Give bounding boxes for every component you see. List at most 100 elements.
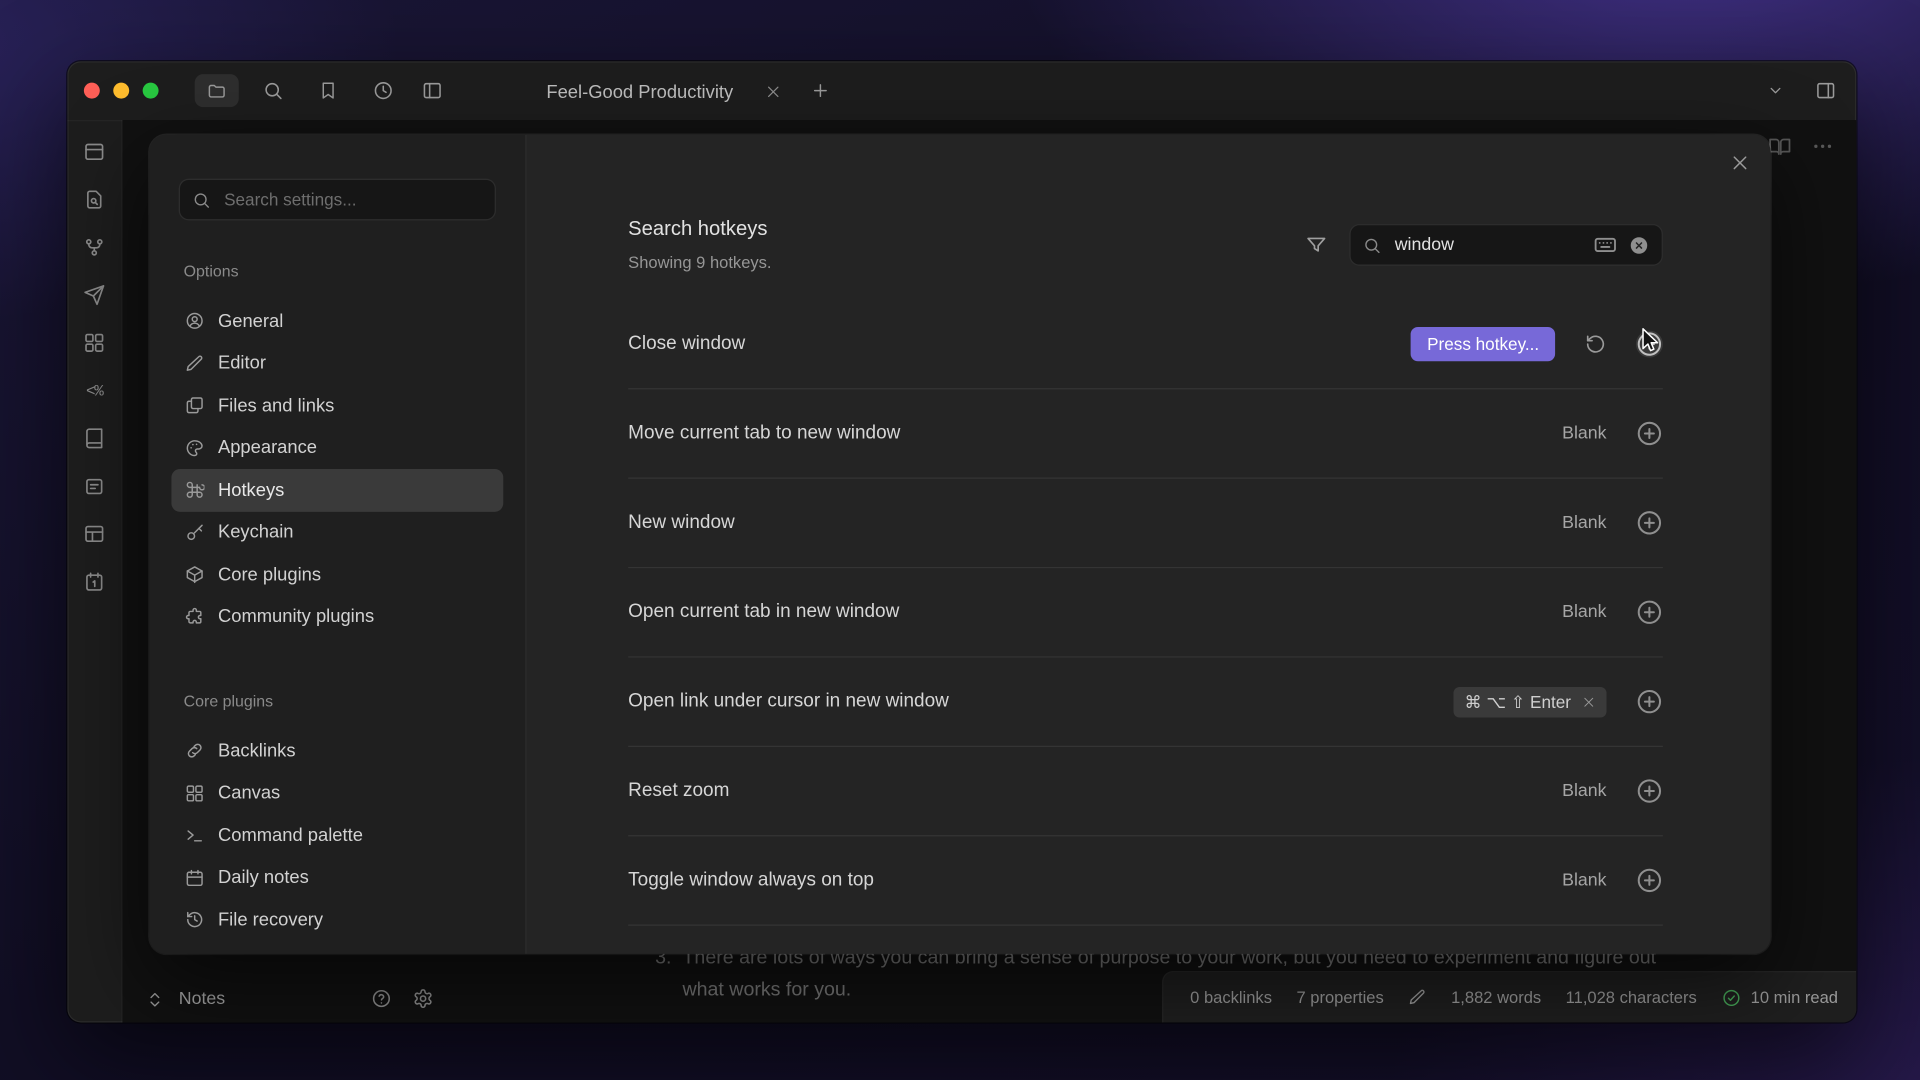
publish-icon[interactable]: [83, 284, 105, 306]
tab-close-icon[interactable]: [765, 84, 781, 100]
word-count: 1,882 words: [1451, 988, 1541, 1006]
pencil-icon: [184, 353, 205, 374]
settings-nav-hotkeys[interactable]: Hotkeys: [171, 469, 503, 511]
hotkey-label: Open link under cursor in new window: [628, 691, 949, 713]
nav-label: Command palette: [218, 825, 363, 846]
hotkey-blank-value: Blank: [1562, 871, 1606, 891]
palette-icon: [184, 437, 205, 458]
help-icon[interactable]: [371, 988, 392, 1009]
settings-nav-core-plugins[interactable]: Core plugins: [171, 553, 503, 595]
search-icon: [1363, 236, 1381, 254]
hotkey-blank-value: Blank: [1562, 781, 1606, 801]
link-icon: [184, 741, 205, 762]
hotkeys-panel: Search hotkeys Showing 9 hotkeys.: [527, 135, 1771, 954]
keyboard-icon[interactable]: [1593, 233, 1617, 257]
status-bar: 0 backlinks 7 properties 1,882 words 11,…: [1162, 971, 1856, 1022]
clear-search-icon[interactable]: [1629, 234, 1650, 255]
hotkeys-header-controls: [1305, 224, 1663, 266]
calendar-day-icon[interactable]: [83, 571, 105, 593]
hotkey-row-open-link-new-window: Open link under cursor in new window ⌘ ⌥…: [628, 658, 1663, 747]
settings-nav-appearance[interactable]: Appearance: [171, 427, 503, 469]
settings-nav-daily-notes[interactable]: Daily notes: [171, 857, 503, 899]
command-icon: [184, 480, 205, 501]
open-tab-switcher-icon[interactable]: [83, 141, 105, 163]
nav-label: General: [218, 311, 283, 332]
templates-icon[interactable]: <%: [86, 380, 103, 402]
graph-view-icon[interactable]: [83, 236, 105, 258]
bookmarks-button[interactable]: [318, 81, 338, 101]
toggle-right-sidebar-button[interactable]: [1815, 80, 1836, 101]
settings-nav-keychain[interactable]: Keychain: [171, 511, 503, 553]
hotkey-controls: Blank: [1562, 778, 1663, 805]
toggle-left-sidebar-button[interactable]: [422, 80, 443, 101]
restore-default-icon[interactable]: [1584, 333, 1606, 355]
nav-label: File recovery: [218, 909, 323, 930]
read-time-group: 10 min read: [1721, 988, 1838, 1008]
quick-switcher-button[interactable]: [263, 80, 284, 101]
sidebar-footer: Notes: [146, 989, 225, 1009]
bookmark-icon: [318, 81, 338, 101]
add-hotkey-icon[interactable]: [1636, 867, 1663, 894]
settings-nav-editor[interactable]: Editor: [171, 342, 503, 384]
plus-icon: [811, 81, 831, 101]
settings-nav-general[interactable]: General: [171, 300, 503, 342]
edit-mode-icon[interactable]: [1408, 988, 1426, 1006]
hotkey-label: Open current tab in new window: [628, 601, 899, 623]
hotkey-blank-value: Blank: [1562, 602, 1606, 622]
table-icon[interactable]: [83, 523, 105, 545]
add-hotkey-icon[interactable]: [1636, 778, 1663, 805]
files-icon: [184, 395, 205, 416]
settings-nav-canvas[interactable]: Canvas: [171, 772, 503, 814]
zoom-window-button[interactable]: [143, 83, 159, 99]
settings-nav-community-plugins[interactable]: Community plugins: [171, 596, 503, 638]
hotkey-row-toggle-always-on-top: Toggle window always on top Blank: [628, 836, 1663, 925]
tab-feel-good-productivity[interactable]: Feel-Good Productivity: [484, 69, 796, 116]
settings-modal: Options General Editor Files and links A…: [149, 135, 1770, 954]
settings-nav-command-palette[interactable]: Command palette: [171, 814, 503, 856]
hotkey-label: Toggle window always on top: [628, 869, 874, 891]
backlinks-count: 0 backlinks: [1190, 988, 1272, 1006]
book-icon[interactable]: [83, 427, 105, 449]
press-hotkey-button[interactable]: Press hotkey...: [1411, 327, 1555, 361]
minimize-window-button[interactable]: [113, 83, 129, 99]
new-tab-button[interactable]: [811, 81, 831, 101]
settings-nav-files-and-links[interactable]: Files and links: [171, 384, 503, 426]
hotkey-row-close-window: Close window Press hotkey...: [628, 300, 1663, 389]
chevrons-up-down-icon[interactable]: [146, 990, 164, 1008]
nav-label: Core plugins: [218, 564, 321, 585]
hotkey-controls: Blank: [1562, 509, 1663, 536]
nav-label: Keychain: [218, 522, 294, 543]
tab-title: Feel-Good Productivity: [546, 81, 733, 102]
remove-hotkey-icon[interactable]: [1582, 695, 1595, 708]
recent-files-button[interactable]: [373, 80, 394, 101]
settings-nav-file-recovery[interactable]: File recovery: [171, 899, 503, 941]
notes-folder-label[interactable]: Notes: [179, 989, 225, 1009]
read-time-value: 10 min read: [1751, 988, 1838, 1006]
settings-search-input[interactable]: [222, 189, 483, 211]
nav-section-header-options: Options: [184, 262, 491, 280]
filter-icon[interactable]: [1305, 234, 1327, 256]
settings-nav-note-composer[interactable]: Note composer: [171, 941, 503, 954]
add-hotkey-icon[interactable]: [1636, 509, 1663, 536]
box-icon: [184, 564, 205, 585]
hotkey-row-move-tab-new-window: Move current tab to new window Blank: [628, 389, 1663, 478]
sidebar-footer-actions: [371, 988, 433, 1009]
hotkeys-search-input[interactable]: [1392, 234, 1582, 256]
vault-switcher-button[interactable]: [195, 74, 239, 107]
hotkeys-header-text: Search hotkeys Showing 9 hotkeys.: [628, 218, 771, 272]
canvas-grid-icon[interactable]: [83, 332, 105, 354]
settings-gear-icon[interactable]: [413, 988, 434, 1009]
add-hotkey-icon[interactable]: [1636, 688, 1663, 715]
settings-sidebar: Options General Editor Files and links A…: [149, 135, 526, 954]
titlebar: Feel-Good Productivity: [67, 61, 1856, 121]
add-hotkey-icon[interactable]: [1636, 420, 1663, 447]
hotkeys-search-box: [1349, 224, 1662, 266]
tab-list-dropdown-button[interactable]: [1767, 82, 1784, 99]
modal-close-button[interactable]: [1730, 153, 1750, 173]
card-note-icon[interactable]: [83, 475, 105, 497]
close-window-button[interactable]: [84, 83, 100, 99]
nav-label: Daily notes: [218, 867, 309, 888]
settings-nav-backlinks[interactable]: Backlinks: [171, 730, 503, 772]
file-search-icon[interactable]: [83, 189, 105, 211]
add-hotkey-icon[interactable]: [1636, 599, 1663, 626]
